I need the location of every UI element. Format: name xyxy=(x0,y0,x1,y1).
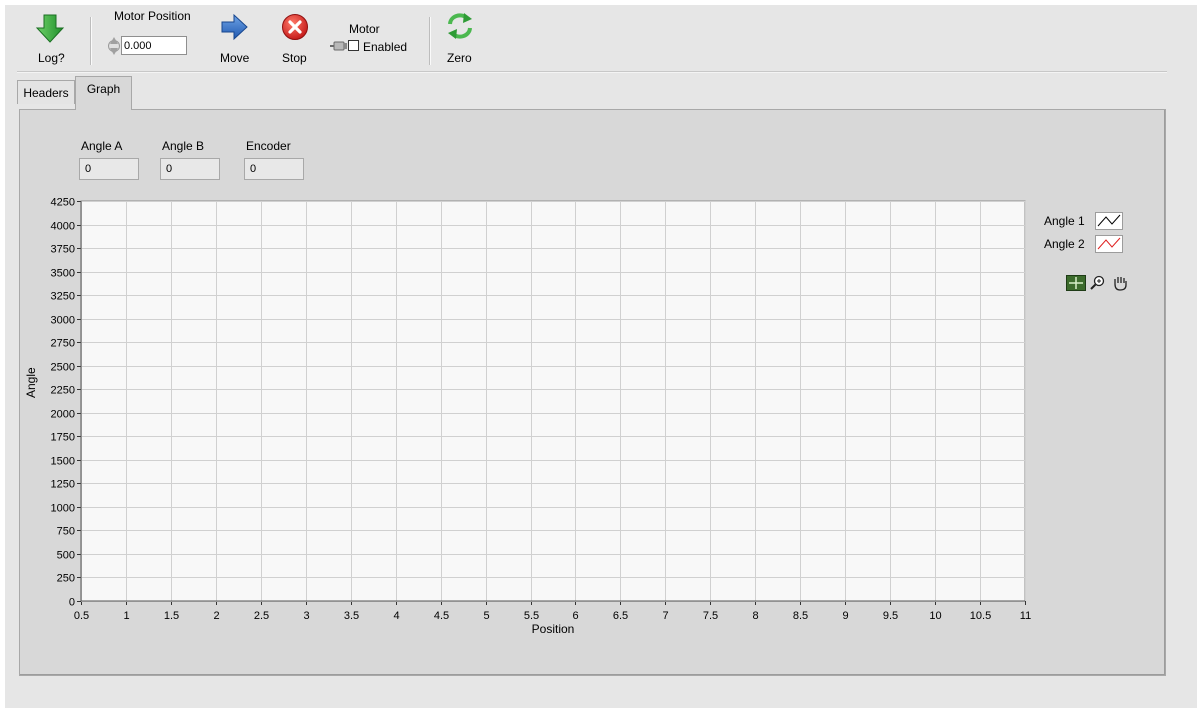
refresh-arrows-icon xyxy=(448,13,472,39)
legend-swatch-angle-1[interactable] xyxy=(1095,212,1123,230)
stop-label: Stop xyxy=(282,51,307,65)
tab-graph[interactable]: Graph xyxy=(75,76,132,110)
zoom-icon xyxy=(1090,275,1105,290)
enabled-label: Enabled xyxy=(363,40,408,54)
tab-graph-label: Graph xyxy=(86,82,121,96)
angle-a-indicator: 0 xyxy=(79,158,139,180)
toolbar-divider xyxy=(17,71,1167,73)
angle-b-label: Angle B xyxy=(162,139,205,153)
crosshair-cursor-button[interactable] xyxy=(1066,275,1086,291)
y-axis-title: Angle xyxy=(24,367,38,398)
encoder-label: Encoder xyxy=(246,139,291,153)
crosshair-cursor-icon xyxy=(1066,275,1086,291)
graph-tab-page: Angle A 0 Angle B 0 Encoder 0 Angle Angl… xyxy=(19,109,1166,676)
toolbar-separator xyxy=(429,17,431,65)
encoder-indicator: 0 xyxy=(244,158,304,180)
plot-line-icon xyxy=(1097,214,1121,227)
motor-label: Motor xyxy=(349,22,380,36)
legend-label-angle-2: Angle 2 xyxy=(1044,237,1085,251)
motor-position-input[interactable]: 0.000 xyxy=(121,36,187,55)
tab-headers[interactable]: Headers xyxy=(17,80,75,104)
down-arrow-icon xyxy=(35,14,65,43)
motor-position-label: Motor Position xyxy=(114,9,191,23)
angle-b-indicator: 0 xyxy=(160,158,220,180)
legend-label-angle-1: Angle 1 xyxy=(1044,214,1085,228)
angle-a-label: Angle A xyxy=(81,139,123,153)
tab-headers-label: Headers xyxy=(23,86,69,100)
right-arrow-icon xyxy=(221,13,248,41)
motor-enabled-checkbox[interactable] xyxy=(348,40,359,51)
move-label: Move xyxy=(220,51,250,65)
motor-icon xyxy=(330,41,347,51)
pan-button[interactable] xyxy=(1110,275,1130,291)
front-panel: Log? Motor Position 0.000 Move Stop Moto… xyxy=(5,5,1197,708)
log-button[interactable]: Log? xyxy=(35,13,65,65)
log-label: Log? xyxy=(38,51,65,65)
legend-swatch-angle-2[interactable] xyxy=(1095,235,1123,253)
pan-hand-icon xyxy=(1114,277,1127,291)
increment-decrement-icon[interactable] xyxy=(108,34,120,58)
stop-x-icon xyxy=(282,14,308,40)
plot-line-icon xyxy=(1097,237,1121,250)
zero-label: Zero xyxy=(447,51,472,65)
zoom-button[interactable] xyxy=(1088,275,1108,291)
zero-button[interactable]: Zero xyxy=(445,11,475,65)
move-button[interactable]: Move xyxy=(218,13,252,65)
stop-button[interactable]: Stop xyxy=(280,13,310,65)
toolbar-separator xyxy=(90,17,92,65)
